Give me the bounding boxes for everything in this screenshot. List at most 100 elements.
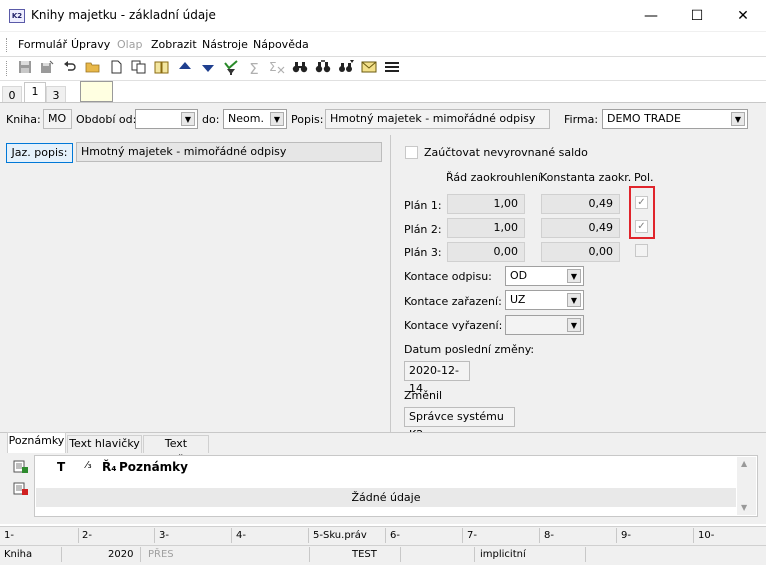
sum-filter-icon[interactable]: Σ — [268, 60, 286, 78]
jaz-popis-field[interactable]: Hmotný majetek - mimořádné odpisy — [76, 142, 382, 162]
tab-text-paticky[interactable]: Text patičky — [143, 435, 209, 466]
filter-check-icon[interactable] — [222, 60, 240, 78]
chevron-down-icon[interactable]: ▼ — [270, 112, 284, 126]
tab-text-hlavicky[interactable]: Text hlavičky — [67, 435, 142, 453]
save-close-icon[interactable] — [38, 60, 56, 78]
chevron-down-icon[interactable]: ▼ — [567, 269, 581, 283]
grid-col-t[interactable]: T — [57, 460, 65, 474]
app-icon: K2 — [9, 9, 25, 23]
status-separator — [400, 547, 401, 562]
maximize-button[interactable]: ☐ — [674, 0, 720, 32]
menu-napoveda[interactable]: Nápověda — [253, 38, 309, 51]
book-icon[interactable] — [153, 60, 171, 78]
find-filter-icon[interactable] — [337, 60, 355, 78]
plan-3-rad[interactable]: 0,00 — [447, 242, 525, 262]
fkey-5[interactable]: 5-Sku.práv — [313, 530, 367, 541]
plan-3-pol-checkbox[interactable] — [635, 244, 648, 257]
tab-poznamky[interactable]: Poznámky — [7, 432, 66, 453]
status-year: 2020 — [108, 549, 134, 560]
plan-1-label: Plán 1: — [404, 199, 442, 212]
plan-1-rad[interactable]: 1,00 — [447, 194, 525, 214]
sum-icon[interactable]: Σ — [245, 60, 263, 78]
kontace-zarazeni-select[interactable]: UZ ▼ — [505, 290, 584, 310]
fkey-separator — [231, 528, 232, 543]
zmenil-label: Změnil — [404, 389, 443, 402]
fkey-1[interactable]: 1- — [4, 530, 14, 541]
datum-field[interactable]: 2020-12-14 — [404, 361, 470, 395]
menu-olap[interactable]: Olap — [117, 38, 142, 51]
fkey-separator — [308, 528, 309, 543]
zauctovat-checkbox[interactable] — [405, 146, 418, 159]
grid-col-notes[interactable]: Poznámky — [119, 460, 188, 474]
fkey-6[interactable]: 6- — [390, 530, 400, 541]
copy-icon[interactable] — [130, 60, 148, 78]
kontace-zarazeni-label: Kontace zařazení: — [404, 295, 502, 308]
find-next-icon[interactable] — [314, 60, 332, 78]
tab-1[interactable]: 1 — [24, 82, 46, 102]
chevron-down-icon[interactable]: ▼ — [181, 112, 195, 126]
plan-3-konstanta[interactable]: 0,00 — [541, 242, 620, 262]
new-document-icon[interactable] — [107, 60, 125, 78]
obdobi-od-select[interactable]: ▼ — [135, 109, 198, 129]
add-note-icon[interactable] — [13, 460, 29, 477]
undo-icon[interactable] — [61, 60, 79, 78]
fkey-8[interactable]: 8- — [544, 530, 554, 541]
scroll-up-icon[interactable]: ▲ — [741, 459, 747, 468]
fkey-2[interactable]: 2- — [82, 530, 92, 541]
plan-2-konstanta[interactable]: 0,49 — [541, 218, 620, 238]
open-folder-icon[interactable] — [84, 60, 102, 78]
chevron-down-icon[interactable]: ▼ — [567, 318, 581, 332]
datum-label: Datum poslední změny: — [404, 343, 535, 356]
status-separator — [309, 547, 310, 562]
fkey-separator — [616, 528, 617, 543]
kniha-field[interactable]: MO — [43, 109, 72, 129]
info-box — [80, 81, 113, 102]
scroll-down-icon[interactable]: ▼ — [741, 503, 747, 512]
toolbar-grip — [6, 61, 8, 76]
jaz-popis-button[interactable]: Jaz. popis: — [6, 143, 73, 163]
save-icon[interactable] — [16, 60, 34, 78]
fkey-separator — [385, 528, 386, 543]
popis-field[interactable]: Hmotný majetek - mimořádné odpisy — [325, 109, 550, 129]
do-select[interactable]: Neom. ▼ — [223, 109, 287, 129]
fkey-10[interactable]: 10- — [698, 530, 714, 541]
chevron-down-icon[interactable]: ▼ — [731, 112, 745, 126]
plan-1-konstanta[interactable]: 0,49 — [541, 194, 620, 214]
menu-nastroje[interactable]: Nástroje — [202, 38, 248, 51]
plan-2-rad[interactable]: 1,00 — [447, 218, 525, 238]
menu-grip — [6, 38, 8, 52]
arrow-up-icon[interactable] — [176, 60, 194, 78]
grid-col-r[interactable]: Ř₄ — [102, 460, 117, 474]
status-kniha: Kniha — [4, 549, 33, 560]
delete-note-icon[interactable] — [13, 482, 29, 499]
mail-icon[interactable] — [360, 60, 378, 78]
menu-formular[interactable]: Formulář — [18, 38, 67, 51]
fkey-3[interactable]: 3- — [159, 530, 169, 541]
menu-zobrazit[interactable]: Zobrazit — [151, 38, 197, 51]
menu-lines-icon[interactable] — [383, 60, 401, 78]
status-separator — [585, 547, 586, 562]
kontace-vyrazeni-select[interactable]: ▼ — [505, 315, 584, 335]
chevron-down-icon[interactable]: ▼ — [567, 293, 581, 307]
firma-select[interactable]: DEMO TRADE ▼ — [602, 109, 748, 129]
tab-3[interactable]: 3 — [46, 86, 66, 102]
fkey-4[interactable]: 4- — [236, 530, 246, 541]
close-button[interactable]: ✕ — [720, 0, 766, 32]
grid-scrollbar[interactable]: ▲ ▼ — [737, 457, 756, 515]
svg-text:Σ: Σ — [269, 60, 277, 74]
fkey-7[interactable]: 7- — [467, 530, 477, 541]
fkey-9[interactable]: 9- — [621, 530, 631, 541]
plan-2-label: Plán 2: — [404, 223, 442, 236]
grid-col-fraction[interactable]: ⁄₃ — [86, 460, 92, 471]
status-implicitni: implicitní — [480, 549, 526, 560]
do-label: do: — [202, 113, 220, 126]
highlight-box — [629, 186, 655, 239]
binoculars-icon[interactable] — [291, 60, 309, 78]
zmenil-field[interactable]: Správce systému K2 — [404, 407, 515, 441]
arrow-down-icon[interactable] — [199, 60, 217, 78]
kontace-odpisu-select[interactable]: OD ▼ — [505, 266, 584, 286]
minimize-button[interactable]: — — [628, 0, 674, 32]
fkey-separator — [693, 528, 694, 543]
menu-upravy[interactable]: Úpravy — [71, 38, 110, 51]
tab-0[interactable]: 0 — [2, 86, 22, 102]
